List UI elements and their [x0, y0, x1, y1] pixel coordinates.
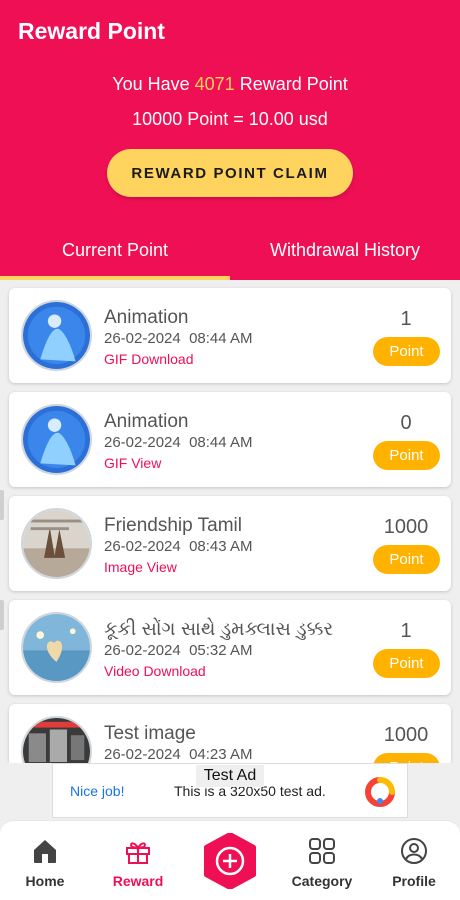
have-prefix: You Have: [112, 74, 190, 94]
item-date: 26-02-2024 08:43 AM: [104, 538, 253, 555]
item-title: Animation: [104, 411, 189, 432]
nav-profile[interactable]: Profile: [374, 821, 454, 900]
item-point-count: 1: [400, 308, 412, 330]
conversion-rate: 10000 Point = 10.00 usd: [132, 109, 328, 129]
point-badge: Point: [373, 753, 440, 763]
nav-home-label: Home: [25, 873, 65, 889]
item-date: 26-02-2024 08:44 AM: [104, 434, 253, 451]
category-grid-icon: [309, 838, 335, 864]
list-item[interactable]: કૂકી સોંગ સાથે ડુમક્લાસ ડુક્કર 26-02-202…: [9, 600, 451, 695]
item-title: Test image: [104, 723, 196, 744]
item-thumbnail: [21, 716, 92, 763]
item-title: કૂકી સોંગ સાથે ડુમક્લાસ ડુક્કર: [104, 619, 334, 640]
point-badge: Point: [373, 441, 440, 470]
list-item[interactable]: Test image 26-02-2024 04:23 AM 1000 Poin…: [9, 704, 451, 763]
tab-withdrawal-history[interactable]: Withdrawal History: [230, 240, 460, 276]
item-point-count: 1: [400, 620, 412, 642]
page-title: Reward Point: [18, 18, 165, 44]
item-point-count: 0: [400, 412, 412, 434]
item-thumbnail: [21, 508, 92, 579]
tab-current-point[interactable]: Current Point: [0, 240, 230, 276]
ad-logo-icon: [365, 777, 395, 807]
item-date: 26-02-2024 08:44 AM: [104, 330, 253, 347]
item-type: Video Download: [104, 663, 206, 679]
point-badge: Point: [373, 337, 440, 366]
reward-history-list[interactable]: Animation 26-02-2024 08:44 AM GIF Downlo…: [0, 280, 460, 763]
item-thumbnail: [21, 404, 92, 475]
nav-home[interactable]: Home: [5, 821, 85, 900]
list-item[interactable]: Animation 26-02-2024 08:44 AM GIF Downlo…: [9, 288, 451, 383]
item-thumbnail: [21, 300, 92, 371]
list-item[interactable]: Animation 26-02-2024 08:44 AM GIF View 0…: [9, 392, 451, 487]
nav-reward[interactable]: Reward: [98, 821, 178, 900]
reward-point-total: 4071: [194, 74, 235, 94]
reward-summary: You Have 4071 Reward Point: [0, 74, 460, 95]
add-fab-button[interactable]: [202, 833, 258, 889]
item-date: 26-02-2024 05:32 AM: [104, 642, 253, 659]
point-badge: Point: [373, 545, 440, 574]
item-point-count: 1000: [383, 724, 429, 746]
point-badge: Point: [373, 649, 440, 678]
item-type: GIF Download: [104, 351, 194, 367]
nav-profile-label: Profile: [392, 873, 436, 889]
have-suffix: Reward Point: [239, 74, 348, 94]
item-type: GIF View: [104, 455, 162, 471]
item-type: Image View: [104, 559, 177, 575]
home-icon: [34, 840, 56, 863]
ad-nice-text: Nice job!: [70, 783, 125, 799]
reward-header: Reward Point You Have 4071 Reward Point …: [0, 0, 460, 280]
reward-claim-button[interactable]: REWARD POINT CLAIM: [107, 149, 353, 197]
test-ad-label: Test Ad: [196, 765, 264, 787]
gift-icon: [126, 842, 150, 864]
nav-reward-label: Reward: [112, 873, 164, 889]
nav-category[interactable]: Category: [282, 821, 362, 900]
item-title: Animation: [104, 307, 189, 328]
profile-icon: [401, 838, 427, 864]
item-thumbnail: [21, 612, 92, 683]
nav-category-label: Category: [291, 873, 353, 889]
item-date: 26-02-2024 04:23 AM: [104, 746, 253, 763]
list-item[interactable]: Friendship Tamil 26-02-2024 08:43 AM Ima…: [9, 496, 451, 591]
item-title: Friendship Tamil: [104, 515, 242, 536]
item-point-count: 1000: [383, 516, 429, 538]
